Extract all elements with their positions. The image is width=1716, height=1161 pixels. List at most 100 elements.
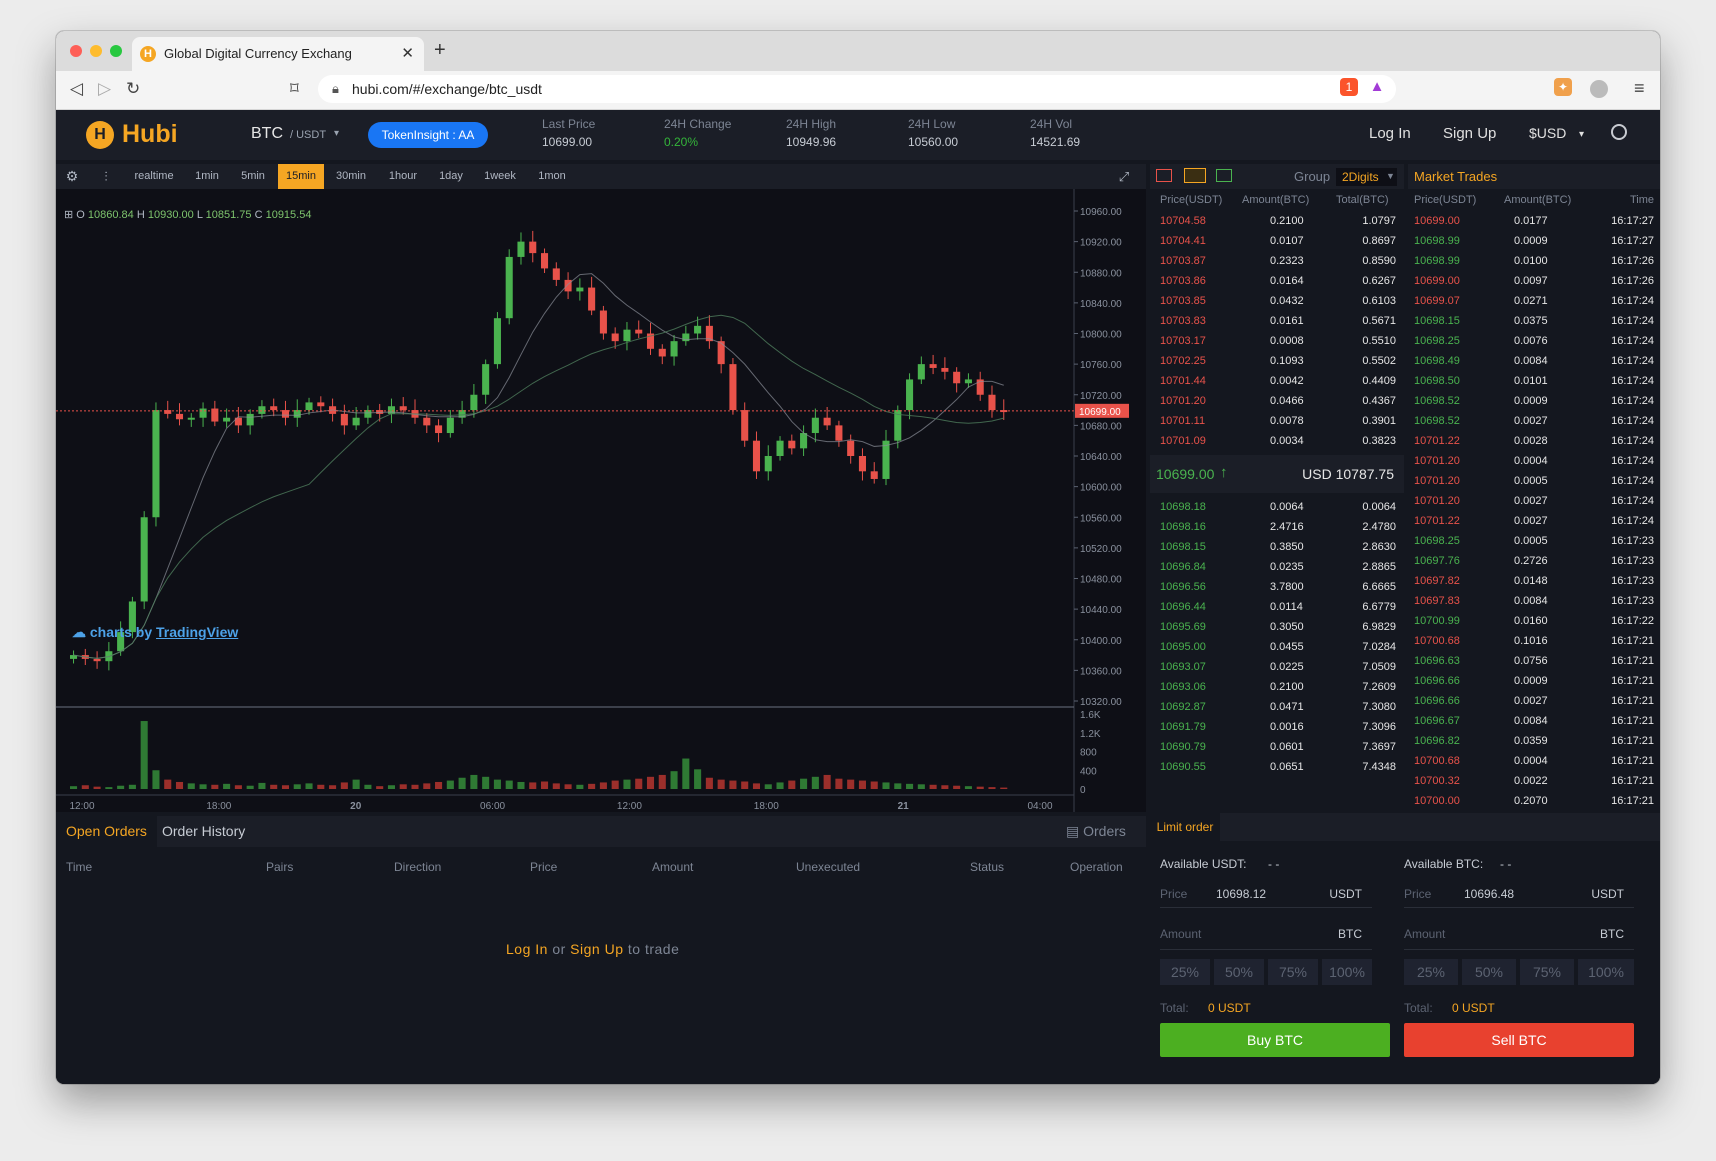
ask-row[interactable]: 10703.86 0.0164 0.6267 — [1150, 272, 1404, 292]
ask-row[interactable]: 10702.25 0.1093 0.5502 — [1150, 352, 1404, 372]
pair-base[interactable]: BTC — [251, 125, 283, 143]
tab-open-orders[interactable]: Open Orders — [56, 816, 157, 847]
bid-row[interactable]: 10695.00 0.0455 7.0284 — [1150, 638, 1404, 658]
row-amount: 0.0651 — [1270, 761, 1304, 773]
buy-pct-50[interactable]: 50% — [1214, 959, 1264, 985]
extension-icon[interactable]: ✦ — [1554, 78, 1572, 96]
layout-bids-icon[interactable] — [1216, 169, 1232, 182]
bid-row[interactable]: 10690.55 0.0651 7.4348 — [1150, 758, 1404, 778]
ask-row[interactable]: 10703.83 0.0161 0.5671 — [1150, 312, 1404, 332]
new-tab-icon[interactable]: + — [434, 39, 446, 62]
globe-icon[interactable] — [1611, 124, 1627, 140]
ask-row[interactable]: 10701.09 0.0034 0.3823 — [1150, 432, 1404, 452]
menu-icon[interactable]: ≡ — [1634, 78, 1645, 99]
ask-row[interactable]: 10701.11 0.0078 0.3901 — [1150, 412, 1404, 432]
sell-price-value[interactable]: 10696.48 — [1464, 887, 1514, 901]
login-link[interactable]: Log In — [1369, 125, 1411, 142]
address-bar[interactable]: 🔒︎ hubi.com/#/exchange/btc_usdt — [318, 75, 1396, 103]
buy-amount-field[interactable]: Amount BTC — [1160, 913, 1372, 950]
price-chart[interactable]: 10960.00 10920.00 10880.00 10840.00 10800.00… — [56, 189, 1146, 812]
ask-row[interactable]: 10703.85 0.0432 0.6103 — [1150, 292, 1404, 312]
ask-row[interactable]: 10701.20 0.0466 0.4367 — [1150, 392, 1404, 412]
tradingview-watermark[interactable]: ☁ charts by TradingView — [72, 624, 238, 641]
pair-quote[interactable]: / USDT — [290, 129, 326, 141]
back-icon[interactable]: ◁ — [70, 79, 83, 99]
pair-dropdown-icon[interactable]: ▾ — [334, 128, 339, 139]
bookmark-icon[interactable]: ⌑ — [290, 79, 299, 99]
bid-row[interactable]: 10696.84 0.0235 2.8865 — [1150, 558, 1404, 578]
ask-row[interactable]: 10701.44 0.0042 0.4409 — [1150, 372, 1404, 392]
settings-icon[interactable]: ⚙ — [60, 164, 84, 189]
minimize-window-button[interactable] — [90, 45, 102, 57]
brave-rewards-icon[interactable]: ▲ — [1368, 78, 1386, 96]
layout-both-icon[interactable] — [1184, 168, 1206, 183]
fullscreen-icon[interactable]: ⤢ — [1112, 164, 1136, 189]
hint-login-link[interactable]: Log In — [506, 941, 548, 957]
bid-row[interactable]: 10691.79 0.0016 7.3096 — [1150, 718, 1404, 738]
indicators-icon[interactable]: ⫶ — [92, 164, 120, 189]
sell-pct-100[interactable]: 100% — [1578, 959, 1634, 985]
ask-row[interactable]: 10703.87 0.2323 0.8590 — [1150, 252, 1404, 272]
candle-body — [446, 417, 454, 434]
sell-pct-25[interactable]: 25% — [1404, 959, 1458, 985]
tradingview-link[interactable]: TradingView — [156, 624, 238, 640]
signup-link[interactable]: Sign Up — [1443, 125, 1496, 142]
tab-order-history[interactable]: Order History — [152, 816, 255, 847]
ask-row[interactable]: 10704.58 0.2100 1.0797 — [1150, 212, 1404, 232]
ask-row[interactable]: 10704.41 0.0107 0.8697 — [1150, 232, 1404, 252]
interval-1hour[interactable]: 1hour — [380, 164, 426, 189]
buy-price-value[interactable]: 10698.12 — [1216, 887, 1266, 901]
maximize-window-button[interactable] — [110, 45, 122, 57]
currency-caret-icon[interactable]: ▾ — [1579, 129, 1584, 140]
candle-body — [953, 371, 961, 384]
hubi-logo-icon[interactable]: H — [86, 121, 114, 149]
browser-tab[interactable]: H Global Digital Currency Exchang ✕ — [132, 37, 424, 71]
interval-1week[interactable]: 1week — [476, 164, 524, 189]
bid-row[interactable]: 10698.16 2.4716 2.4780 — [1150, 518, 1404, 538]
bid-row[interactable]: 10693.07 0.0225 7.0509 — [1150, 658, 1404, 678]
layout-asks-icon[interactable] — [1156, 169, 1172, 182]
url-text[interactable]: hubi.com/#/exchange/btc_usdt — [352, 81, 542, 97]
bid-row[interactable]: 10698.15 0.3850 2.8630 — [1150, 538, 1404, 558]
bid-row[interactable]: 10698.18 0.0064 0.0064 — [1150, 498, 1404, 518]
orders-link[interactable]: ▤ Orders — [1056, 816, 1136, 847]
profile-icon[interactable] — [1590, 80, 1608, 98]
interval-1day[interactable]: 1day — [430, 164, 472, 189]
interval-1mon[interactable]: 1mon — [530, 164, 574, 189]
bid-row[interactable]: 10690.79 0.0601 7.3697 — [1150, 738, 1404, 758]
volume-bar — [175, 781, 184, 789]
close-tab-icon[interactable]: ✕ — [401, 44, 414, 62]
group-caret-icon[interactable]: ▼ — [1386, 171, 1395, 181]
hint-signup-link[interactable]: Sign Up — [570, 941, 623, 957]
interval-realtime[interactable]: realtime — [126, 164, 182, 189]
ask-row[interactable]: 10703.17 0.0008 0.5510 — [1150, 332, 1404, 352]
interval-5min[interactable]: 5min — [232, 164, 274, 189]
rating-badge[interactable]: TokenInsight : AA — [368, 122, 488, 148]
currency-select[interactable]: $USD — [1529, 125, 1566, 141]
sell-amount-field[interactable]: Amount BTC — [1404, 913, 1634, 950]
forward-icon[interactable]: ▷ — [98, 79, 111, 99]
sell-pct-75[interactable]: 75% — [1520, 959, 1574, 985]
close-window-button[interactable] — [70, 45, 82, 57]
candle-body — [870, 471, 878, 479]
brave-shield-icon[interactable]: 1 — [1340, 78, 1358, 96]
sell-price-field[interactable]: Price 10696.48 USDT — [1404, 871, 1634, 908]
bid-row[interactable]: 10693.06 0.2100 7.2609 — [1150, 678, 1404, 698]
bid-row[interactable]: 10696.44 0.0114 6.6779 — [1150, 598, 1404, 618]
sell-pct-50[interactable]: 50% — [1462, 959, 1516, 985]
interval-15min[interactable]: 15min — [278, 164, 324, 189]
sell-button[interactable]: Sell BTC — [1404, 1023, 1634, 1057]
bid-row[interactable]: 10696.56 3.7800 6.6665 — [1150, 578, 1404, 598]
bid-row[interactable]: 10692.87 0.0471 7.3080 — [1150, 698, 1404, 718]
buy-pct-75[interactable]: 75% — [1268, 959, 1318, 985]
logo-text[interactable]: Hubi — [122, 120, 178, 149]
buy-pct-25[interactable]: 25% — [1160, 959, 1210, 985]
interval-1min[interactable]: 1min — [186, 164, 228, 189]
bid-row[interactable]: 10695.69 0.3050 6.9829 — [1150, 618, 1404, 638]
buy-button[interactable]: Buy BTC — [1160, 1023, 1390, 1057]
buy-price-field[interactable]: Price 10698.12 USDT — [1160, 871, 1372, 908]
tab-limit-order[interactable]: Limit order — [1150, 813, 1220, 841]
buy-pct-100[interactable]: 100% — [1322, 959, 1372, 985]
interval-30min[interactable]: 30min — [328, 164, 374, 189]
reload-icon[interactable]: ↻ — [126, 79, 140, 99]
